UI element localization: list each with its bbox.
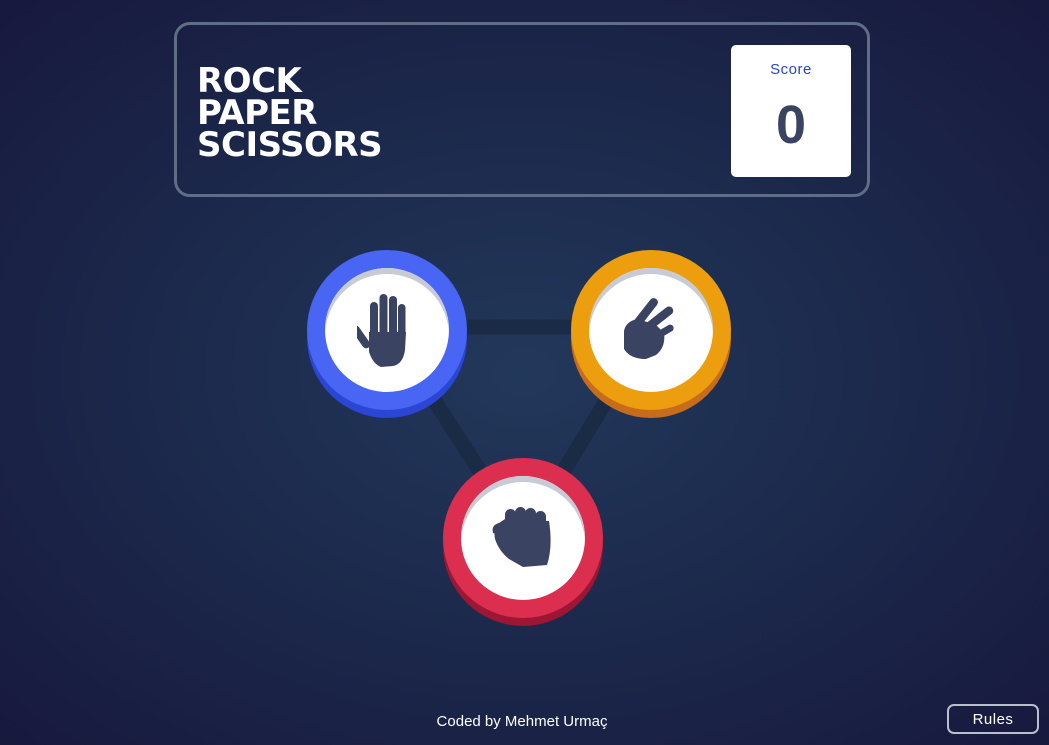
rock-button[interactable] (443, 458, 603, 626)
paper-inner (325, 268, 449, 392)
hand-paper-icon (357, 294, 406, 367)
footer-credit: Coded by Mehmet Urmaç (436, 713, 608, 730)
rock-inner (461, 476, 585, 600)
rules-button[interactable]: Rules (947, 704, 1039, 734)
hand-scissors-icon (624, 298, 674, 359)
triangle-background (373, 319, 665, 553)
scissors-button[interactable] (571, 250, 731, 418)
hand-rock-icon (492, 507, 551, 567)
game-board (0, 0, 1049, 745)
scissors-inner (589, 268, 713, 392)
paper-button[interactable] (307, 250, 467, 418)
